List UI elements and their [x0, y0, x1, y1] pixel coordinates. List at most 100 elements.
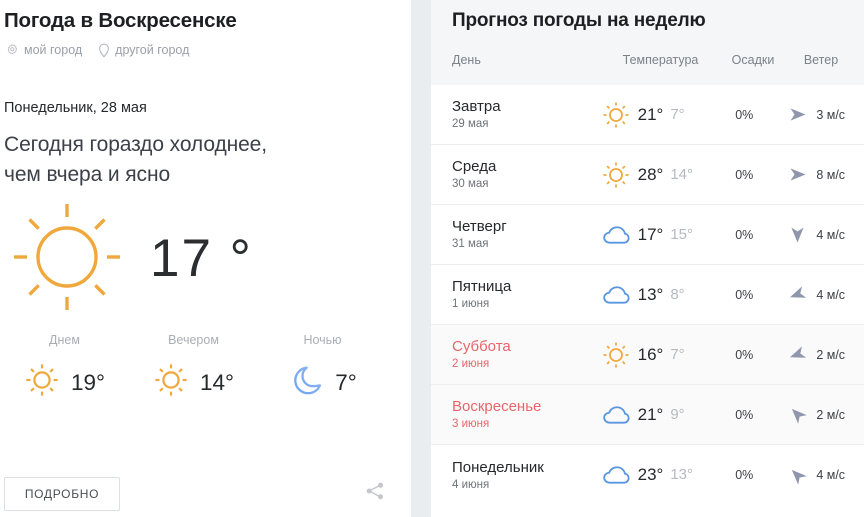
forecast-precipitation: 0% — [735, 407, 754, 422]
share-icon[interactable] — [364, 480, 386, 507]
forecast-title: Прогноз погоды на неделю — [452, 10, 706, 31]
daypart-temperature: 14° — [199, 369, 235, 395]
wind-arrow-icon — [788, 405, 808, 424]
daypart-label: Днем — [49, 333, 80, 347]
forecast-wind-cell: 4 м/с — [776, 285, 864, 304]
daypart-night: Ночью 7° — [258, 332, 387, 403]
forecast-day-date: 3 июня — [452, 418, 490, 430]
forecast-day-date: 29 мая — [452, 118, 489, 130]
forecast-temp-day: 21° — [637, 404, 664, 424]
forecast-day-cell: Воскресенье 3 июня — [452, 397, 597, 432]
forecast-temperature-cell: 13° 8° — [597, 282, 713, 308]
forecast-row[interactable]: Пятница 1 июня 13° 8° 0% 4 м/с — [431, 265, 864, 325]
forecast-row-list: Завтра 29 мая 21° 7° 0% 3 м/с Среда 30 м… — [431, 85, 864, 505]
forecast-temperature-cell: 17° 15° — [597, 222, 713, 248]
forecast-wind-speed: 4 м/с — [816, 227, 846, 242]
forecast-temp-day: 23° — [637, 465, 664, 484]
forecast-day-date: 2 июня — [452, 358, 490, 370]
forecast-row[interactable]: Четверг 31 мая 17° 15° 0% 4 м/с — [431, 205, 864, 265]
left-panel-footer: ПОДРОБНО — [0, 471, 411, 517]
forecast-temp-day: 28° — [637, 164, 664, 184]
current-temperature: 17 ° — [150, 229, 253, 288]
forecast-day-name: Понедельник — [452, 458, 544, 476]
forecast-wind-cell: 2 м/с — [776, 345, 864, 364]
forecast-temperature-cell: 21° 9° — [597, 402, 713, 428]
my-city-link[interactable]: мой город — [5, 42, 82, 58]
forecast-day-cell: Понедельник 4 июня — [452, 458, 597, 493]
weather-page: Погода в Воскресенске мой город другой г… — [0, 0, 864, 517]
forecast-day-cell: Завтра 29 мая — [452, 97, 597, 132]
city-links: мой город другой город — [0, 34, 411, 60]
forecast-wind-cell: 4 м/с — [776, 225, 864, 244]
forecast-precipitation: 0% — [735, 287, 754, 302]
forecast-wind-speed: 4 м/с — [816, 468, 846, 482]
forecast-temperature-cell: 16° 7° — [597, 339, 713, 371]
forecast-row[interactable]: Завтра 29 мая 21° 7° 0% 3 м/с — [431, 85, 864, 145]
current-weather-panel: Погода в Воскресенске мой город другой г… — [0, 0, 411, 517]
daypart-label: Ночью — [303, 333, 342, 347]
wind-arrow-icon — [788, 466, 808, 485]
forecast-row[interactable]: Воскресенье 3 июня 21° 9° 0% 2 м/с — [431, 385, 864, 445]
wind-arrow-icon — [788, 225, 807, 244]
forecast-row[interactable]: Понедельник 4 июня 23° 13° 0% 4 м/с — [431, 445, 864, 505]
forecast-temp-night: 14° — [670, 165, 694, 183]
cloud-icon — [601, 282, 631, 308]
forecast-day-cell: Суббота 2 июня — [452, 337, 597, 372]
cloud-icon — [601, 402, 631, 428]
daypart-evening: Вечером 14° — [129, 332, 258, 403]
forecast-temp-day: 17° — [637, 224, 664, 244]
forecast-wind-speed: 4 м/с — [816, 287, 846, 302]
panel-gutter — [411, 0, 431, 517]
forecast-row[interactable]: Среда 30 мая 28° 14° 0% 8 м/с — [431, 145, 864, 205]
other-city-link[interactable]: другой город — [98, 42, 189, 58]
forecast-precipitation: 0% — [735, 167, 754, 182]
forecast-temp-night: 7° — [670, 105, 685, 123]
forecast-day-cell: Четверг 31 мая — [452, 217, 597, 252]
current-date: Понедельник, 28 мая — [4, 100, 147, 116]
forecast-row[interactable]: Суббота 2 июня 16° 7° 0% 2 м/с — [431, 325, 864, 385]
sun-icon — [24, 362, 60, 403]
column-header-wind: Ветер — [803, 53, 839, 67]
forecast-day-cell: Среда 30 мая — [452, 157, 597, 192]
forecast-temp-day: 16° — [637, 344, 664, 364]
forecast-day-date: 31 мая — [452, 238, 489, 250]
forecast-temp-night: 7° — [670, 345, 685, 363]
sun-icon — [601, 159, 631, 191]
my-city-label: мой город — [24, 43, 83, 57]
details-button[interactable]: ПОДРОБНО — [4, 477, 120, 511]
forecast-temp-day: 13° — [637, 284, 664, 304]
gear-icon — [5, 43, 19, 57]
sun-icon — [153, 362, 189, 403]
forecast-day-name: Среда — [452, 158, 497, 175]
column-header-precipitation: Осадки — [731, 53, 775, 67]
forecast-wind-cell: 3 м/с — [776, 105, 864, 124]
forecast-temp-night: 9° — [670, 405, 685, 423]
column-header-temperature: Температура — [622, 53, 699, 67]
daypart-temperature: 7° — [335, 369, 357, 395]
cloud-icon — [601, 462, 631, 488]
forecast-precipitation: 0% — [735, 347, 754, 362]
forecast-wind-speed: 2 м/с — [816, 407, 846, 422]
weather-headline: Сегодня гораздо холоднее, чем вчера и яс… — [0, 118, 364, 190]
forecast-day-name: Пятница — [452, 278, 512, 295]
forecast-wind-speed: 2 м/с — [816, 347, 846, 362]
cloud-icon — [601, 222, 631, 248]
forecast-day-date: 30 мая — [452, 178, 489, 190]
current-conditions: 17 ° — [0, 190, 411, 310]
forecast-wind-cell: 4 м/с — [776, 466, 864, 485]
forecast-wind-cell: 8 м/с — [776, 165, 864, 184]
forecast-day-date: 1 июня — [452, 298, 490, 310]
headline-line-2: чем вчера и ясно — [4, 163, 171, 186]
other-city-label: другой город — [115, 43, 190, 57]
forecast-day-cell: Пятница 1 июня — [452, 277, 597, 312]
forecast-precipitation: 0% — [735, 107, 754, 122]
daypart-temperature: 19° — [70, 369, 106, 395]
forecast-day-name: Четверг — [452, 218, 507, 235]
forecast-temperature-cell: 21° 7° — [597, 99, 713, 131]
wind-arrow-icon — [788, 345, 807, 364]
sun-icon — [8, 198, 126, 321]
moon-icon — [288, 362, 324, 403]
daypart-label: Вечером — [168, 333, 219, 347]
forecast-precipitation: 0% — [735, 468, 754, 482]
headline-line-1: Сегодня гораздо холоднее, — [4, 133, 267, 156]
